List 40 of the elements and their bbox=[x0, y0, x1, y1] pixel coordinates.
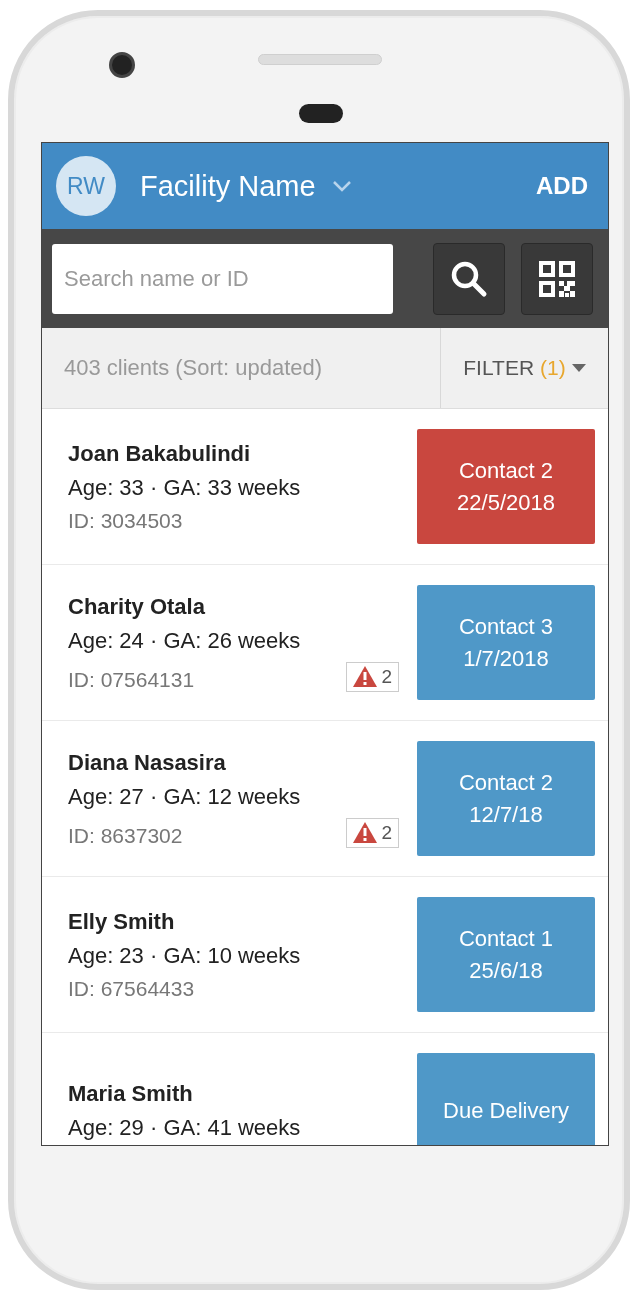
client-details: Age: 27 · GA: 12 weeks bbox=[68, 783, 302, 810]
filter-button[interactable]: FILTER (1) bbox=[440, 328, 608, 408]
warning-icon bbox=[353, 822, 378, 843]
contact-button[interactable]: Contact 2 22/5/2018 bbox=[417, 429, 595, 544]
client-details: Age: 23 · GA: 10 weeks bbox=[68, 942, 302, 969]
client-name: Maria Smith bbox=[68, 1080, 194, 1107]
add-button[interactable]: ADD bbox=[536, 172, 588, 200]
alert-count: 2 bbox=[381, 821, 392, 844]
client-count: 403 clients (Sort: updated) bbox=[63, 354, 324, 382]
client-id: ID: 67564433 bbox=[68, 976, 195, 1001]
client-row[interactable]: Joan Bakabulindi Age: 33 · GA: 33 weeks ID: 3034503 Contact 2 22/5/2018 bbox=[42, 409, 608, 565]
client-name: Diana Nasasira bbox=[68, 749, 227, 776]
client-details: Age: 33 · GA: 33 weeks bbox=[68, 474, 302, 501]
client-name: Charity Otala bbox=[68, 593, 206, 620]
client-id: ID: 07564131 bbox=[68, 667, 195, 692]
client-row[interactable]: Diana Nasasira Age: 27 · GA: 12 weeks ID: 8637302 2 Contact 2 12/7/18 bbox=[42, 721, 608, 877]
client-name: Joan Bakabulindi bbox=[68, 440, 252, 467]
client-row[interactable]: Charity Otala Age: 24 · GA: 26 weeks ID: 07564131 2 Contact 3 1/7/2018 bbox=[42, 565, 608, 721]
contact-button[interactable]: Contact 1 25/6/18 bbox=[417, 897, 595, 1012]
client-id: ID: 8637302 bbox=[68, 823, 183, 848]
client-details: Age: 29 · GA: 41 weeks bbox=[68, 1114, 302, 1141]
sensor-icon bbox=[299, 104, 343, 123]
avatar[interactable]: RW bbox=[56, 156, 116, 216]
contact-button[interactable]: Due Delivery bbox=[417, 1053, 595, 1145]
camera-icon bbox=[109, 52, 135, 78]
contact-button[interactable]: Contact 2 12/7/18 bbox=[417, 741, 595, 856]
qr-scan-button[interactable] bbox=[521, 242, 593, 315]
qr-code-icon bbox=[537, 258, 577, 299]
client-details: Age: 24 · GA: 26 weeks bbox=[68, 627, 302, 654]
alert-count: 2 bbox=[381, 665, 392, 688]
facility-title[interactable]: Facility Name bbox=[140, 169, 316, 203]
client-name: Elly Smith bbox=[68, 908, 176, 935]
search-button[interactable] bbox=[433, 242, 505, 315]
dropdown-arrow-icon bbox=[571, 364, 586, 372]
client-id: ID: 3034503 bbox=[68, 508, 183, 533]
warning-icon bbox=[353, 666, 378, 687]
search-field[interactable]: Search name or ID bbox=[52, 243, 393, 314]
contact-button[interactable]: Contact 3 1/7/2018 bbox=[417, 585, 595, 700]
client-row[interactable]: Elly Smith Age: 23 · GA: 10 weeks ID: 67564433 Contact 1 25/6/18 bbox=[42, 877, 608, 1033]
client-row[interactable]: Maria Smith Age: 29 · GA: 41 weeks Due Delivery bbox=[42, 1033, 608, 1145]
